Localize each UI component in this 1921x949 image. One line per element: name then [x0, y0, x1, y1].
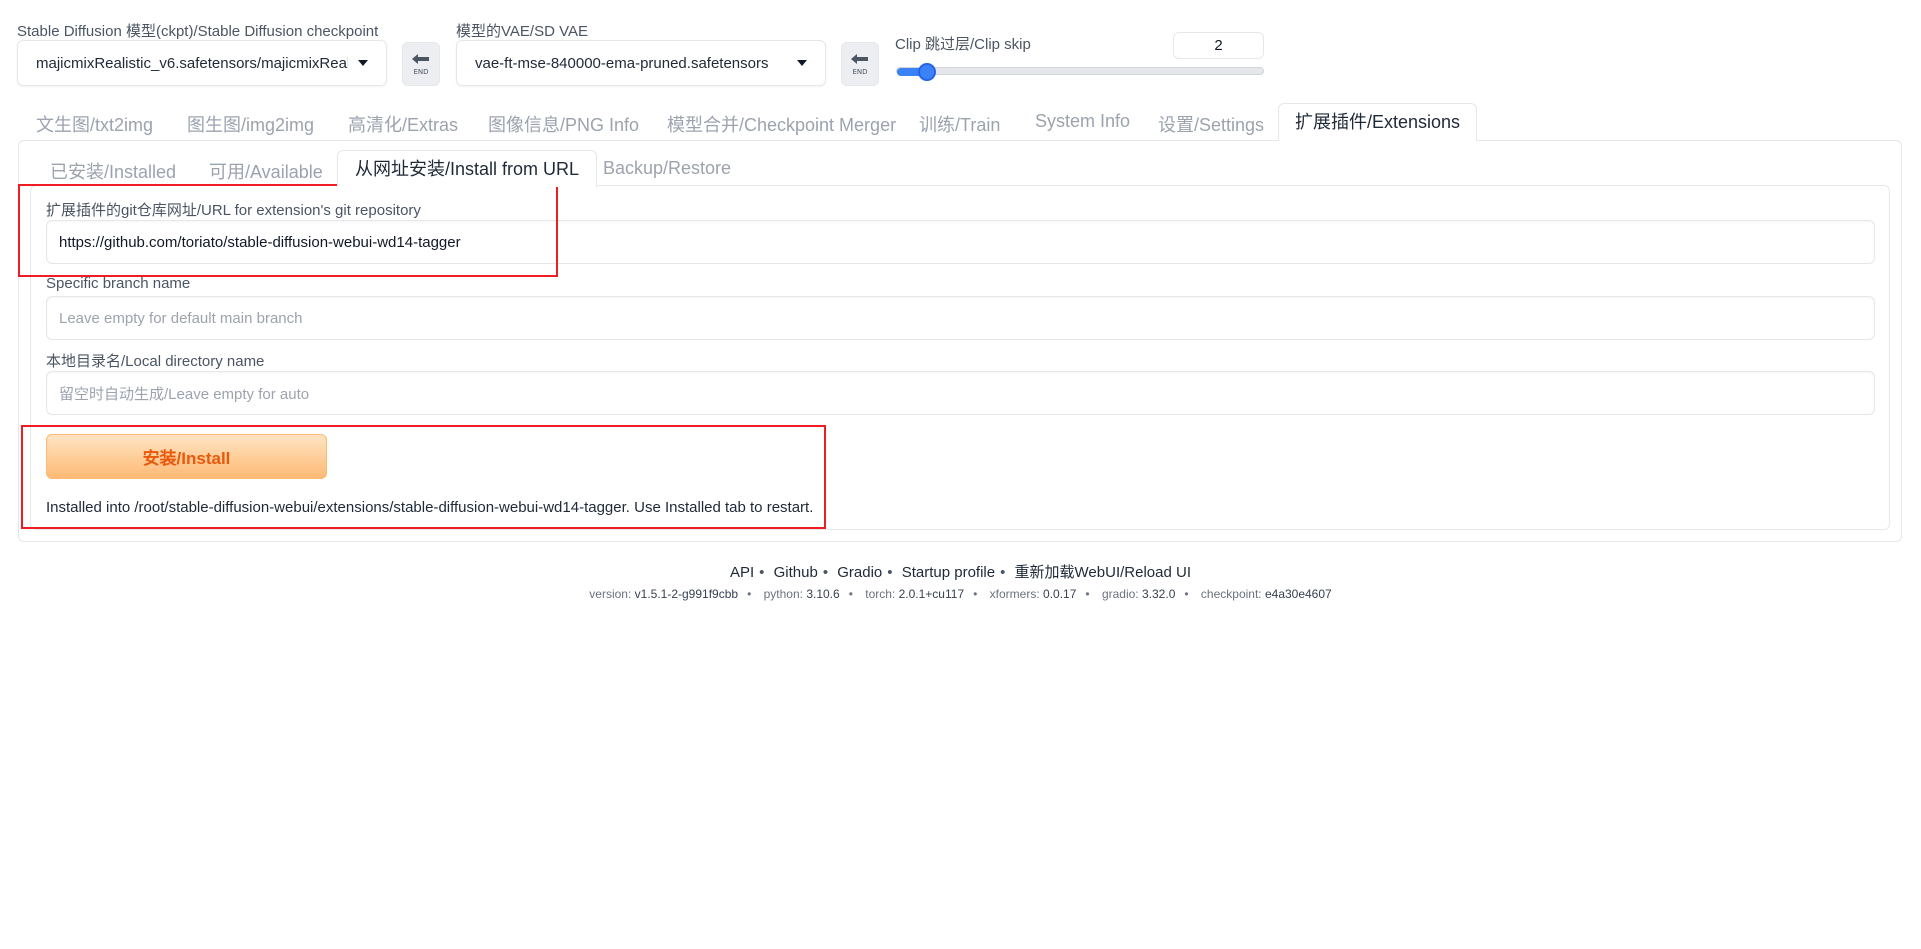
branch-input[interactable]: Leave empty for default main branch [46, 296, 1875, 340]
refresh-vae-button[interactable]: END [841, 42, 879, 86]
checkpoint-label: Stable Diffusion 模型(ckpt)/Stable Diffusi… [17, 23, 379, 40]
footer-link-startup-profile[interactable]: Startup profile [902, 564, 995, 581]
clip-skip-number[interactable]: 2 [1173, 32, 1264, 59]
refresh-end-icon: END [412, 54, 429, 76]
subtab-install-from-url[interactable]: 从网址安装/Install from URL [337, 150, 598, 187]
refresh-checkpoint-button[interactable]: END [402, 42, 440, 86]
svg-text:END: END [852, 68, 867, 76]
footer-separator: • [822, 564, 829, 581]
footer-link-reload-ui[interactable]: 重新加载WebUI/Reload UI [1015, 564, 1191, 581]
vae-value: vae-ft-mse-840000-ema-pruned.safetensors [475, 54, 769, 72]
footer-links: API • Github • Gradio • Startup profile • 重新… [0, 561, 1921, 582]
torch-key: torch: [865, 587, 896, 601]
local-dir-field-label: 本地目录名/Local directory name [46, 353, 265, 370]
footer-separator: • [759, 564, 765, 581]
tab-system-info[interactable]: System Info [1035, 111, 1130, 132]
footer-version-info: version: v1.5.1-2-g991f9cbb • python: 3.1… [0, 587, 1921, 601]
footer-dot: • [1085, 587, 1090, 601]
python-value: 3.10.6 [806, 587, 840, 601]
subtab-backup-restore[interactable]: Backup/Restore [603, 158, 731, 179]
xformers-value: 0.0.17 [1043, 587, 1077, 601]
checkpoint-hash-value: e4a30e4607 [1264, 587, 1332, 601]
checkpoint-value: majicmixRealistic_v6.safetensors/majicmi… [36, 54, 348, 72]
footer-dot: • [848, 587, 853, 601]
footer-link-api[interactable]: API [730, 564, 754, 581]
checkpoint-key: checkpoint: [1200, 587, 1262, 601]
branch-field-label: Specific branch name [46, 275, 191, 292]
tab-txt2img[interactable]: 文生图/txt2img [36, 111, 153, 137]
clip-skip-slider[interactable] [896, 67, 1264, 76]
tab-settings[interactable]: 设置/Settings [1158, 111, 1264, 137]
subtab-installed[interactable]: 已安装/Installed [50, 158, 176, 184]
footer-separator: • [1000, 564, 1006, 581]
local-dir-input[interactable]: 留空时自动生成/Leave empty for auto [46, 371, 1875, 415]
vae-dropdown[interactable]: vae-ft-mse-840000-ema-pruned.safetensors [456, 40, 826, 86]
gradio-key: gradio: [1101, 587, 1139, 601]
gradio-value: 3.32.0 [1142, 587, 1176, 601]
chevron-down-icon [797, 60, 807, 66]
footer-separator: • [887, 564, 893, 581]
footer-dot: • [747, 587, 752, 601]
refresh-end-icon: END [851, 54, 868, 76]
tab-checkpoint-merger[interactable]: 模型合并/Checkpoint Merger [667, 111, 896, 137]
checkpoint-dropdown[interactable]: majicmixRealistic_v6.safetensors/majicmi… [17, 40, 387, 86]
tab-png-info[interactable]: 图像信息/PNG Info [488, 111, 639, 137]
clip-skip-slider-thumb[interactable] [918, 63, 936, 81]
subtab-available[interactable]: 可用/Available [209, 158, 323, 184]
footer-dot: • [973, 587, 978, 601]
highlight-box-install [21, 425, 826, 529]
footer-dot: • [1184, 587, 1189, 601]
xformers-key: xformers: [989, 587, 1040, 601]
highlight-box-url [18, 184, 558, 277]
main-tab-bar: 文生图/txt2img 图生图/img2img 高清化/Extras 图像信息/… [0, 103, 1921, 141]
vae-label: 模型的VAE/SD VAE [456, 23, 588, 40]
version-value: v1.5.1-2-g991f9cbb [634, 587, 739, 601]
tab-extensions[interactable]: 扩展插件/Extensions [1278, 103, 1478, 141]
tab-train[interactable]: 训练/Train [919, 111, 1000, 137]
torch-value: 2.0.1+cu117 [898, 587, 965, 601]
tab-extras[interactable]: 高清化/Extras [348, 111, 458, 137]
python-key: python: [763, 587, 803, 601]
clip-skip-label: Clip 跳过层/Clip skip [895, 36, 1031, 53]
chevron-down-icon [358, 60, 368, 66]
svg-text:END: END [413, 68, 428, 76]
version-key: version: [589, 587, 632, 601]
footer-link-gradio[interactable]: Gradio [837, 564, 882, 581]
footer-link-github[interactable]: Github [774, 564, 818, 581]
tab-img2img[interactable]: 图生图/img2img [187, 111, 314, 137]
